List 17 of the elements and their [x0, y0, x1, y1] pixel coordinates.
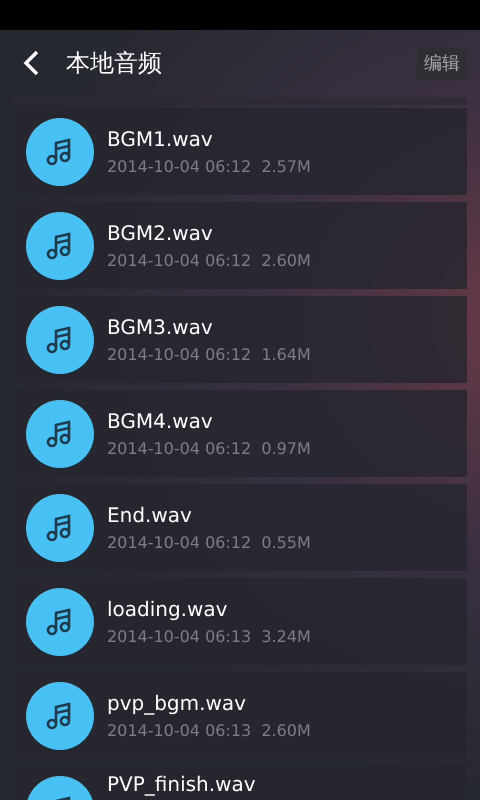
file-name: loading.wav — [107, 597, 228, 621]
file-details: 2014-10-04 06:12 0.97M — [107, 438, 311, 460]
file-name: BGM3.wav — [107, 315, 214, 339]
file-details: 2014-10-04 06:12 2.60M — [107, 250, 311, 272]
file-name: End.wav — [107, 503, 193, 527]
edit-button[interactable]: 编辑 — [417, 46, 467, 80]
file-name: BGM4.wav — [107, 409, 214, 433]
file-details: 2014-10-04 06:12 1.64M — [107, 344, 311, 366]
file-name: pvp_bgm.wav — [107, 691, 247, 715]
file-details: 2014-10-04 06:12 0.55M — [107, 532, 311, 554]
file-details: 2014-10-04 06:13 2.60M — [107, 720, 311, 742]
file-name: BGM2.wav — [107, 221, 214, 245]
file-details: 2014-10-04 06:12 2.57M — [107, 156, 311, 178]
file-name: BGM1.wav — [107, 127, 214, 151]
file-details: 2014-10-04 06:13 3.24M — [107, 626, 311, 648]
file-name: PVP_finish.wav — [107, 772, 256, 796]
screen-title: 本地音频 — [66, 48, 162, 79]
